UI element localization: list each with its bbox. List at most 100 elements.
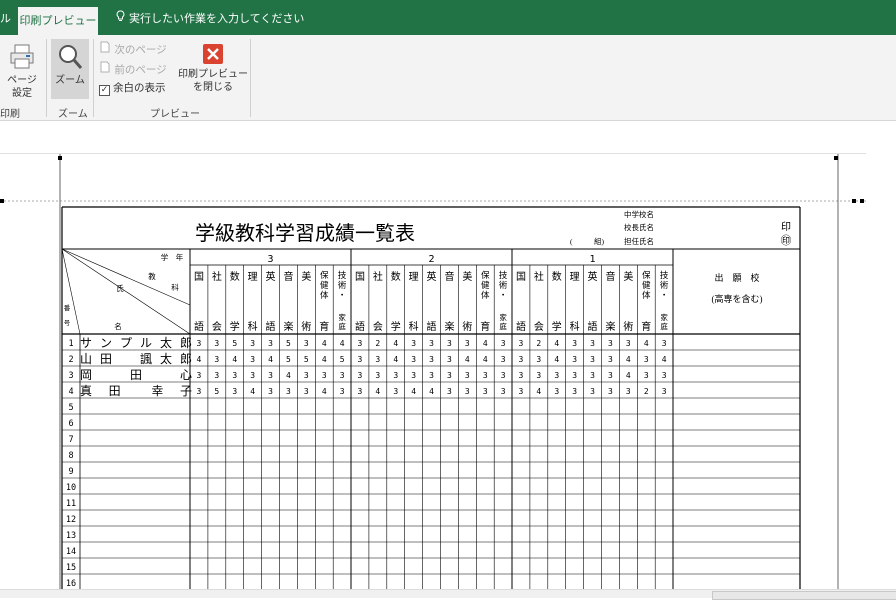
score-cell: 3 — [644, 371, 649, 380]
close-preview-button[interactable]: 印刷プレビュー を閉じる — [178, 39, 248, 99]
score-cell: 2 — [644, 387, 649, 396]
apply-school-note: (高専を含む) — [712, 293, 763, 304]
score-cell: 3 — [429, 371, 434, 380]
student-name-char: 心 — [180, 368, 192, 382]
subject-label-bottom: 育 — [641, 320, 651, 333]
subject-label-bottom: 術 — [301, 320, 311, 333]
scrollbar-thumb[interactable] — [712, 591, 896, 600]
score-cell: 3 — [214, 371, 219, 380]
score-cell: 3 — [483, 371, 488, 380]
preview-canvas: 学級教科学習成績一覧表 中学校名 校長氏名 (組) 担任氏名 印㊞学 年教科 氏名 番号 3 国語… — [0, 121, 896, 597]
score-cell: 5 — [304, 355, 309, 364]
subject-label-bottom: 会 — [212, 320, 222, 333]
grade-number: 3 — [268, 254, 274, 265]
close-preview-label: 印刷プレビュー を閉じる — [178, 69, 248, 93]
group-print-label: 印刷 — [0, 109, 20, 120]
subject-label-top: 健 — [642, 280, 651, 290]
score-cell: 3 — [286, 387, 291, 396]
score-cell: 3 — [268, 339, 273, 348]
subject-label-bottom: 楽 — [283, 320, 293, 333]
score-cell: 3 — [554, 371, 559, 380]
row-number: 10 — [66, 483, 76, 493]
subject-label-bottom: 語 — [194, 320, 204, 333]
subject-label-top: 技 — [499, 270, 508, 280]
show-margins-label: 余白の表示 — [113, 82, 166, 94]
sheet-title: 学級教科学習成績一覧表 — [195, 222, 415, 245]
subject-label-top: 社 — [373, 270, 383, 283]
score-cell: 3 — [447, 387, 452, 396]
tell-me-box[interactable]: 実行したい作業を入力してください — [116, 10, 304, 26]
subject-label-bottom: 育 — [480, 320, 490, 333]
subject-label-bottom: 楽 — [605, 320, 615, 333]
score-cell: 3 — [411, 339, 416, 348]
score-cell: 3 — [590, 371, 595, 380]
class-paren-label: 組) — [594, 236, 604, 246]
subject-label-top: 健 — [481, 280, 490, 290]
score-cell: 4 — [536, 387, 541, 396]
subject-label-bottom: 語 — [516, 320, 526, 333]
score-cell: 4 — [554, 339, 559, 348]
subject-label-top: 音 — [605, 270, 615, 283]
row-number: 9 — [68, 467, 73, 477]
margin-handle — [58, 156, 62, 160]
score-cell: 5 — [286, 339, 291, 348]
header-subject-label: 科 — [171, 282, 179, 292]
score-cell: 3 — [429, 339, 434, 348]
subject-label-top: 美 — [301, 270, 311, 283]
score-cell: 3 — [304, 387, 309, 396]
subject-label-top: 音 — [283, 270, 293, 283]
tab-file-partial[interactable]: ル — [0, 10, 11, 26]
score-cell: 3 — [214, 339, 219, 348]
score-cell: 3 — [268, 387, 273, 396]
subject-label-top: 国 — [194, 271, 204, 283]
subject-label-bottom: 会 — [373, 320, 383, 333]
header-number-label: 番 — [64, 304, 71, 312]
lightbulb-icon — [116, 10, 125, 25]
score-cell: 3 — [590, 387, 595, 396]
student-name-char: プ — [120, 336, 132, 350]
teacher-name-label: 担任氏名 — [624, 236, 654, 246]
row-number: 14 — [66, 547, 76, 557]
student-name-char: サ — [80, 336, 92, 350]
score-cell: 4 — [250, 387, 255, 396]
margin-handle — [860, 199, 864, 203]
subject-label-top: 保 — [642, 270, 651, 280]
next-page-label: 次のページ — [114, 44, 167, 56]
next-page-button[interactable]: 次のページ — [99, 41, 167, 57]
score-cell: 3 — [447, 371, 452, 380]
student-name-char: 岡 — [80, 368, 92, 382]
group-separator — [93, 39, 94, 117]
score-cell: 3 — [340, 371, 345, 380]
row-number: 3 — [68, 371, 73, 381]
score-cell: 3 — [358, 387, 363, 396]
subject-label-top: 体 — [642, 290, 651, 300]
zoom-button[interactable]: ズーム — [51, 39, 89, 99]
grade-sheet: 学級教科学習成績一覧表 中学校名校長氏名 (組) 担任氏名 印㊞学 年教科 氏名 番号 3 国語… — [0, 154, 866, 594]
subject-label-bottom: 家 — [660, 312, 668, 322]
student-name-char: 郎 — [180, 352, 192, 366]
student-name-char: 太 — [160, 351, 172, 366]
subject-label-bottom: 楽 — [444, 320, 454, 333]
score-cell: 4 — [626, 371, 631, 380]
score-cell: 3 — [608, 387, 613, 396]
show-margins-checkbox[interactable]: ✓ 余白の表示 — [99, 80, 166, 96]
score-cell: 3 — [519, 339, 524, 348]
score-cell: 3 — [572, 387, 577, 396]
score-cell: 3 — [250, 371, 255, 380]
subject-label-bottom: 学 — [552, 320, 562, 333]
score-cell: 3 — [197, 371, 202, 380]
subject-label-top: 術 — [660, 280, 669, 290]
score-cell: 3 — [572, 355, 577, 364]
subject-label-top: 術 — [338, 280, 347, 290]
subject-label-top: 数 — [552, 270, 562, 283]
tab-print-preview[interactable]: 印刷プレビュー — [18, 7, 98, 35]
previous-page-button[interactable]: 前のページ — [99, 61, 167, 77]
subject-label-top: 英 — [266, 270, 276, 283]
principal-name-label: 校長氏名 — [624, 222, 654, 232]
group-separator — [250, 39, 251, 117]
subject-label-top: ・ — [660, 290, 669, 300]
score-cell: 3 — [662, 339, 667, 348]
page-setup-button[interactable]: ページ 設定 — [2, 39, 42, 99]
row-number: 8 — [68, 451, 73, 461]
score-cell: 4 — [393, 339, 398, 348]
